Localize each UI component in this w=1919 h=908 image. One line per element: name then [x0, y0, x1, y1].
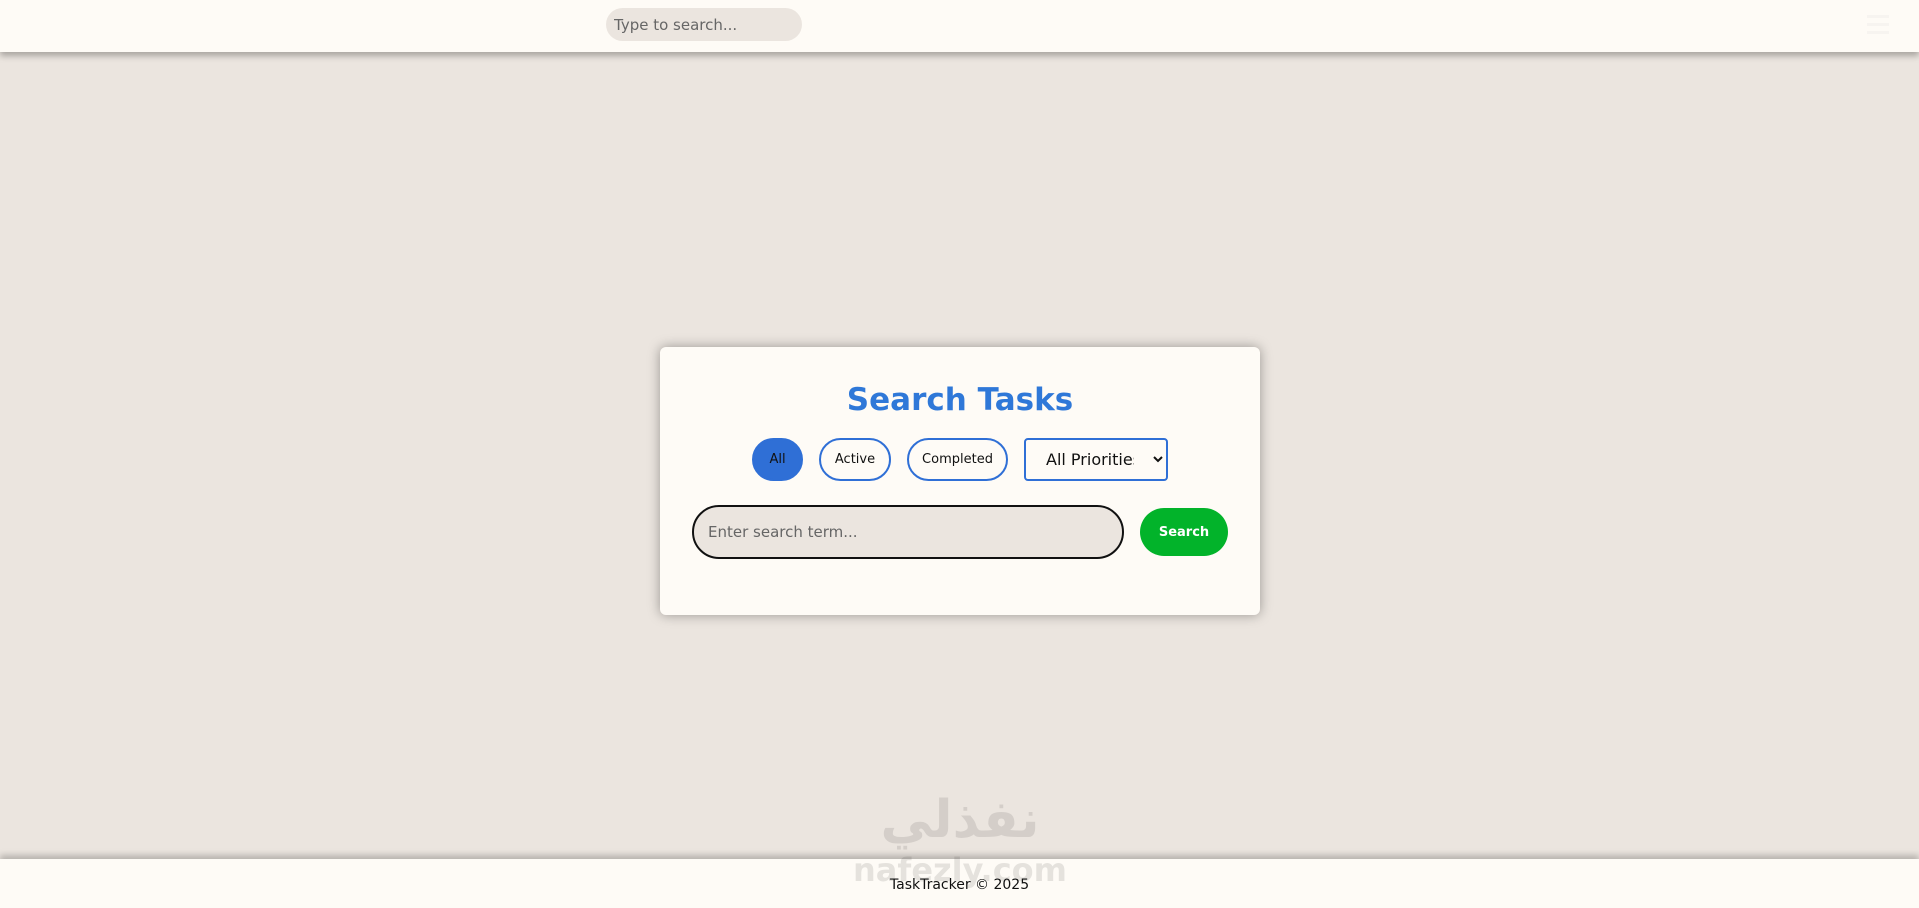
top-bar [0, 0, 1919, 52]
search-button[interactable]: Search [1140, 508, 1228, 556]
global-search-input[interactable] [606, 8, 802, 41]
filter-all-button[interactable]: All [752, 438, 803, 481]
search-term-input[interactable] [692, 505, 1124, 559]
search-row: Search [692, 505, 1228, 559]
priority-select[interactable]: All Priorities [1024, 438, 1168, 481]
menu-icon [1867, 10, 1889, 40]
footer-copyright: TaskTracker © 2025 [889, 877, 1030, 893]
search-tasks-card: Search Tasks All Active Completed All Pr… [660, 347, 1260, 615]
page-title: Search Tasks [846, 382, 1074, 418]
footer: TaskTracker © 2025 [0, 859, 1919, 908]
watermark-arabic: نفذلي [880, 790, 1040, 850]
filter-group: All Active Completed All Priorities [752, 438, 1168, 481]
filter-completed-button[interactable]: Completed [907, 438, 1008, 481]
filter-active-button[interactable]: Active [819, 438, 891, 481]
